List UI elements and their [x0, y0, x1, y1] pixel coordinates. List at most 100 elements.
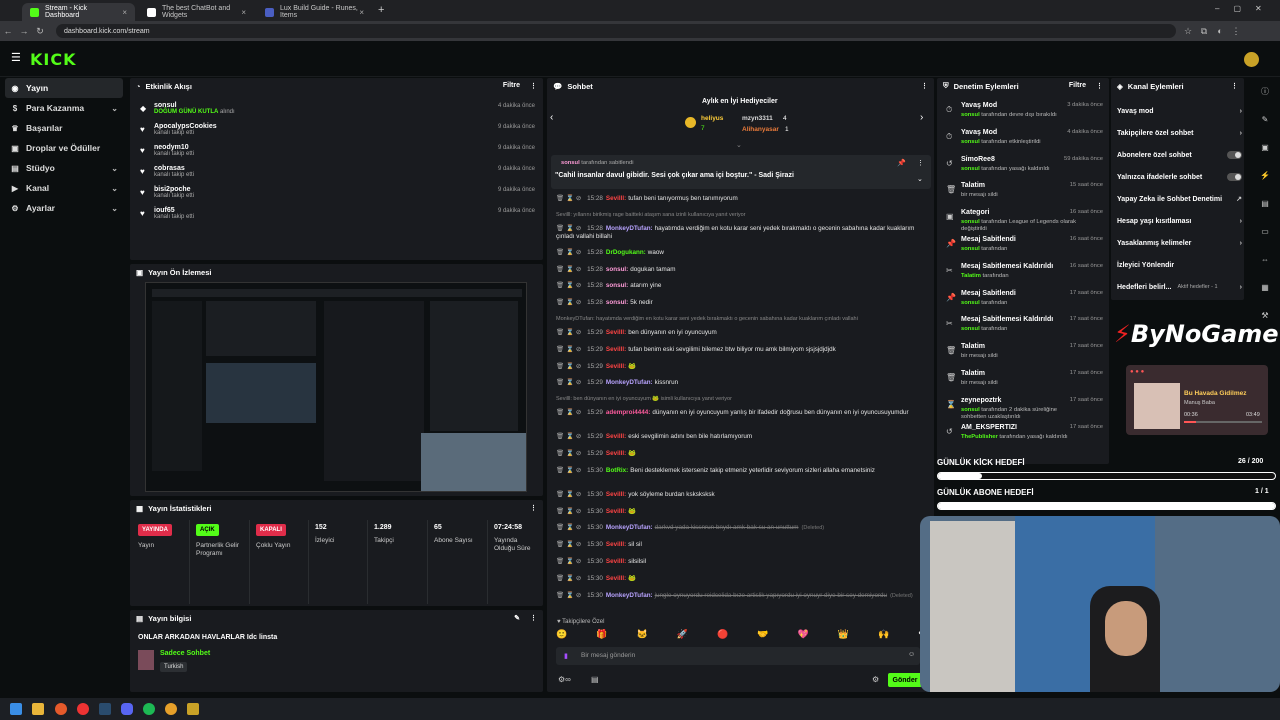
chrome-icon[interactable]: [165, 703, 177, 715]
close-icon[interactable]: ×: [122, 8, 127, 17]
moderator-name[interactable]: sonsul: [961, 407, 980, 413]
channel-action-item[interactable]: Yapay Zeka ile Sohbet Denetimi ↗: [1117, 188, 1242, 210]
chat-username[interactable]: Sevilll:: [606, 195, 626, 202]
chat-username[interactable]: Sevilll:: [606, 433, 626, 440]
moderation-filter-button[interactable]: Filtre: [1069, 82, 1086, 90]
mod-actions-icon[interactable]: 🗑⌛⊘: [556, 225, 583, 232]
menu-dots-icon[interactable]: ⋮: [917, 159, 924, 167]
toolbar-icons[interactable]: ⓘ ✎ ▣ ⚡ ▤ ▭ ⇔ ▦ ⚒: [1254, 78, 1276, 330]
moderator-name[interactable]: Talatim: [961, 273, 981, 279]
mod-actions-icon[interactable]: 🗑⌛⊘: [556, 346, 583, 353]
file-explorer-icon[interactable]: [32, 703, 44, 715]
gifter-name[interactable]: Alihanyasar: [742, 126, 779, 133]
menu-dots-icon[interactable]: ⋮: [1231, 82, 1238, 90]
new-tab-icon[interactable]: +: [378, 4, 384, 16]
gifter-name[interactable]: heliyus: [701, 115, 723, 122]
chevron-right-icon[interactable]: ›: [1240, 218, 1242, 225]
sidebar-item-6[interactable]: ⚙ Ayarlar ⌄: [0, 198, 128, 218]
moderation-action[interactable]: Mesaj Sabitlemesi Kaldırıldı: [961, 316, 1053, 323]
emote-icon[interactable]: 🔴: [717, 629, 728, 641]
moderation-action[interactable]: Mesaj Sabitlemesi Kaldırıldı: [961, 263, 1053, 270]
menu-dots-icon[interactable]: ⋮: [530, 614, 537, 622]
activity-user[interactable]: sonsul: [154, 100, 543, 109]
moderation-action[interactable]: Talatim: [961, 182, 985, 189]
pinned-user[interactable]: sonsul: [561, 160, 580, 166]
mod-actions-icon[interactable]: 🗑⌛⊘: [556, 379, 583, 386]
chevron-down-icon[interactable]: ⌄: [111, 184, 118, 193]
browser-tab-1[interactable]: The best ChatBot and Widgets ×: [139, 3, 254, 21]
sidebar-item-1[interactable]: $ Para Kazanma ⌄: [0, 98, 128, 118]
reload-icon[interactable]: ↻: [32, 26, 48, 37]
league-icon[interactable]: [187, 703, 199, 715]
gifter-name[interactable]: mzyn3311: [742, 115, 773, 122]
mod-actions-icon[interactable]: 🗑⌛⊘: [556, 195, 583, 202]
mod-actions-icon[interactable]: 🗑⌛⊘: [556, 558, 583, 565]
close-icon[interactable]: ×: [241, 8, 246, 17]
moderator-name[interactable]: sonsul: [961, 166, 980, 172]
chat-username[interactable]: Sevilll:: [606, 491, 626, 498]
activity-user[interactable]: iouf65: [154, 205, 543, 214]
chat-username[interactable]: BotRix:: [606, 467, 628, 474]
category-link[interactable]: Sadece Sohbet: [160, 650, 210, 657]
mod-actions-icon[interactable]: 🗑⌛⊘: [556, 541, 583, 548]
mod-actions-icon[interactable]: 🗑⌛⊘: [556, 266, 583, 273]
emote-icon[interactable]: 🙌: [878, 629, 889, 641]
emote-icon[interactable]: 🐱: [637, 629, 648, 641]
chat-username[interactable]: Sevilll:: [606, 450, 626, 457]
moderation-action[interactable]: Mesaj Sabitlendi: [961, 290, 1016, 297]
app-icon[interactable]: [77, 703, 89, 715]
chat-input[interactable]: ▮ Bir mesaj gönderin ☺: [556, 647, 920, 665]
kick-logo[interactable]: KICK: [30, 50, 77, 69]
menu-dots-icon[interactable]: ⋮: [530, 82, 537, 90]
toggle-switch[interactable]: [1227, 151, 1242, 159]
next-arrow-icon[interactable]: ›: [920, 112, 923, 123]
firefox-icon[interactable]: [55, 703, 67, 715]
window-controls[interactable]: –▢✕: [1215, 4, 1276, 13]
channel-action-item[interactable]: Yavaş mod ›: [1117, 100, 1242, 122]
chat-username[interactable]: Sevilll:: [606, 329, 626, 336]
back-icon[interactable]: ←: [0, 26, 16, 36]
emote-icon[interactable]: 👑: [838, 629, 849, 641]
pin-icon[interactable]: 📌: [897, 159, 906, 167]
browser-tab-0[interactable]: Stream - Kick Dashboard ×: [22, 3, 135, 21]
emote-icon[interactable]: 🤝: [757, 629, 768, 641]
mod-actions-icon[interactable]: 🗑⌛⊘: [556, 249, 583, 256]
mod-actions-icon[interactable]: 🗑⌛⊘: [556, 575, 583, 582]
menu-dots-icon[interactable]: ⋮: [530, 504, 537, 512]
emote-icon[interactable]: 🎁: [596, 629, 607, 641]
mod-actions-icon[interactable]: 🗑⌛⊘: [556, 467, 583, 474]
moderation-action[interactable]: Talatim: [961, 343, 985, 350]
moderation-action[interactable]: AM_EKSPERTIZI: [961, 424, 1017, 431]
moderation-action[interactable]: Kategori: [961, 209, 989, 216]
chevron-right-icon[interactable]: ›: [1240, 130, 1242, 137]
channel-action-item[interactable]: Yasaklanmış kelimeler ›: [1117, 232, 1242, 254]
mod-actions-icon[interactable]: 🗑⌛⊘: [556, 299, 583, 306]
close-icon[interactable]: ×: [359, 8, 364, 17]
mod-actions-icon[interactable]: 🗑⌛⊘: [556, 282, 583, 289]
chat-username[interactable]: sonsul:: [606, 282, 628, 289]
chat-settings-gear-icon[interactable]: ⚙: [872, 675, 879, 684]
chat-tools-icon[interactable]: ⚙∞: [558, 675, 571, 684]
hamburger-menu-icon[interactable]: ☰: [11, 51, 21, 64]
activity-user[interactable]: neodym10: [154, 142, 543, 151]
chat-username[interactable]: Sevilll:: [606, 346, 626, 353]
menu-dots-icon[interactable]: ⋮: [1096, 82, 1103, 90]
moderation-action[interactable]: Mesaj Sabitlendi: [961, 236, 1016, 243]
mic-icon[interactable]: ▮: [564, 652, 568, 660]
sidebar-item-5[interactable]: ▶ Kanal ⌄: [0, 178, 128, 198]
moderation-action[interactable]: Yavaş Mod: [961, 102, 997, 109]
chevron-down-icon[interactable]: ⌄: [111, 164, 118, 173]
external-link-icon[interactable]: ↗: [1236, 195, 1242, 203]
emote-bar[interactable]: 🙂🎁🐱🚀🔴🤝💖👑🙌❤: [556, 629, 926, 641]
sidebar-item-0[interactable]: ◉ Yayın: [5, 78, 123, 98]
sidebar-item-4[interactable]: ▤ Stüdyo ⌄: [0, 158, 128, 178]
chevron-right-icon[interactable]: ›: [1240, 240, 1242, 247]
mod-actions-icon[interactable]: 🗑⌛⊘: [556, 524, 583, 531]
gift-icon[interactable]: ▤: [591, 675, 599, 684]
forward-icon[interactable]: →: [16, 26, 32, 36]
mod-actions-icon[interactable]: 🗑⌛⊘: [556, 508, 583, 515]
chat-username[interactable]: MonkeyDTufan:: [606, 524, 653, 531]
channel-action-item[interactable]: Yalnızca ifadelerle sohbet: [1117, 166, 1242, 188]
bookmark-star-icon[interactable]: ☆: [1180, 26, 1196, 37]
mod-actions-icon[interactable]: 🗑⌛⊘: [556, 409, 583, 416]
